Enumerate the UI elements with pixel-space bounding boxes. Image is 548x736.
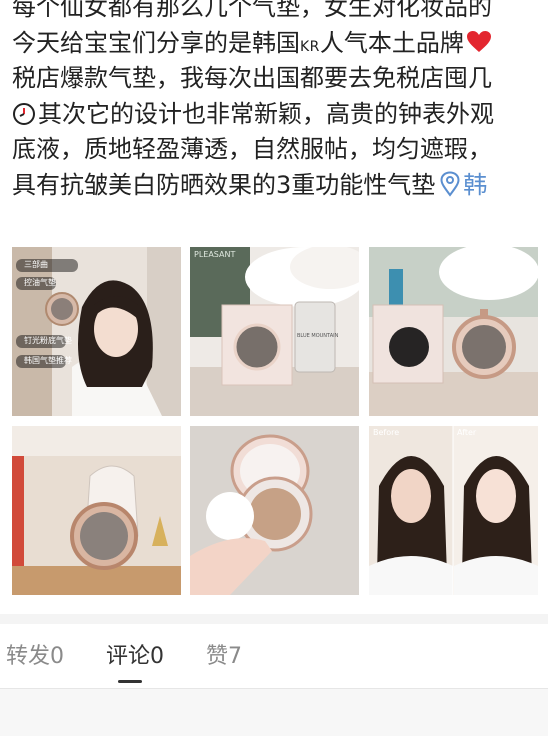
- post-body: 每个仙女都有那么几个气垫，女生对化妆品的 今天给宝宝们分享的是韩国KR人气本土品…: [12, 0, 548, 203]
- location-link[interactable]: 韩: [463, 171, 487, 199]
- photo-tag-4: 韩国气垫推荐: [24, 356, 72, 365]
- photo-tag-1: 三部曲: [24, 260, 48, 269]
- post-line-6: 具有抗皱美白防晒效果的3重功能性气垫韩: [12, 170, 488, 199]
- box-text: BLUE MOUNTAIN: [297, 333, 339, 339]
- post-line-4: 其次它的设计也非常新颖，高贵的钟表外观: [12, 97, 548, 133]
- photo-1[interactable]: 三部曲 控油气垫 钉光粉底气垫 韩国气垫推荐: [12, 247, 181, 416]
- before-label: Before: [373, 428, 400, 437]
- photo-tag-3: 钉光粉底气垫: [24, 336, 72, 345]
- comments-area: [0, 689, 548, 736]
- tab-comment[interactable]: 评论0: [106, 638, 164, 670]
- post-line-5: 底液，质地轻盈薄透，自然服帖，均匀遮瑕，: [12, 135, 492, 163]
- action-tabs: 转发0 评论0 赞7: [0, 624, 548, 688]
- photo-2[interactable]: PLEASANT BLUE MOUNTAIN: [190, 247, 359, 416]
- photo-6[interactable]: Before After: [369, 426, 538, 595]
- shelf-text: PLEASANT: [194, 250, 236, 259]
- clock-icon: [12, 101, 36, 125]
- post-line-1: 每个仙女都有那么几个气垫，女生对化妆品的: [12, 0, 492, 21]
- photo-5[interactable]: [190, 426, 359, 595]
- location-pin-icon[interactable]: [439, 170, 461, 197]
- post-line-3: 税店爆款气垫，我每次出国都要去免税店囤几: [12, 64, 492, 92]
- active-tab-indicator: [118, 680, 142, 683]
- tab-repost[interactable]: 转发0: [6, 638, 64, 670]
- heart-icon: [466, 29, 492, 53]
- photo-grid: 三部曲 控油气垫 钉光粉底气垫 韩国气垫推荐 PLEASANT BLUE MOU…: [12, 247, 548, 595]
- weibo-post-page: 每个仙女都有那么几个气垫，女生对化妆品的 今天给宝宝们分享的是韩国KR人气本土品…: [0, 0, 548, 736]
- photo-tag-2: 控油气垫: [24, 278, 56, 287]
- post-line-2: 今天给宝宝们分享的是韩国KR人气本土品牌: [12, 26, 548, 62]
- after-label: After: [457, 428, 477, 437]
- kr-text: KR: [300, 38, 320, 55]
- photo-4[interactable]: [12, 426, 181, 595]
- photo-3[interactable]: [369, 247, 538, 416]
- section-divider: [0, 614, 548, 624]
- tab-like[interactable]: 赞7: [206, 638, 242, 670]
